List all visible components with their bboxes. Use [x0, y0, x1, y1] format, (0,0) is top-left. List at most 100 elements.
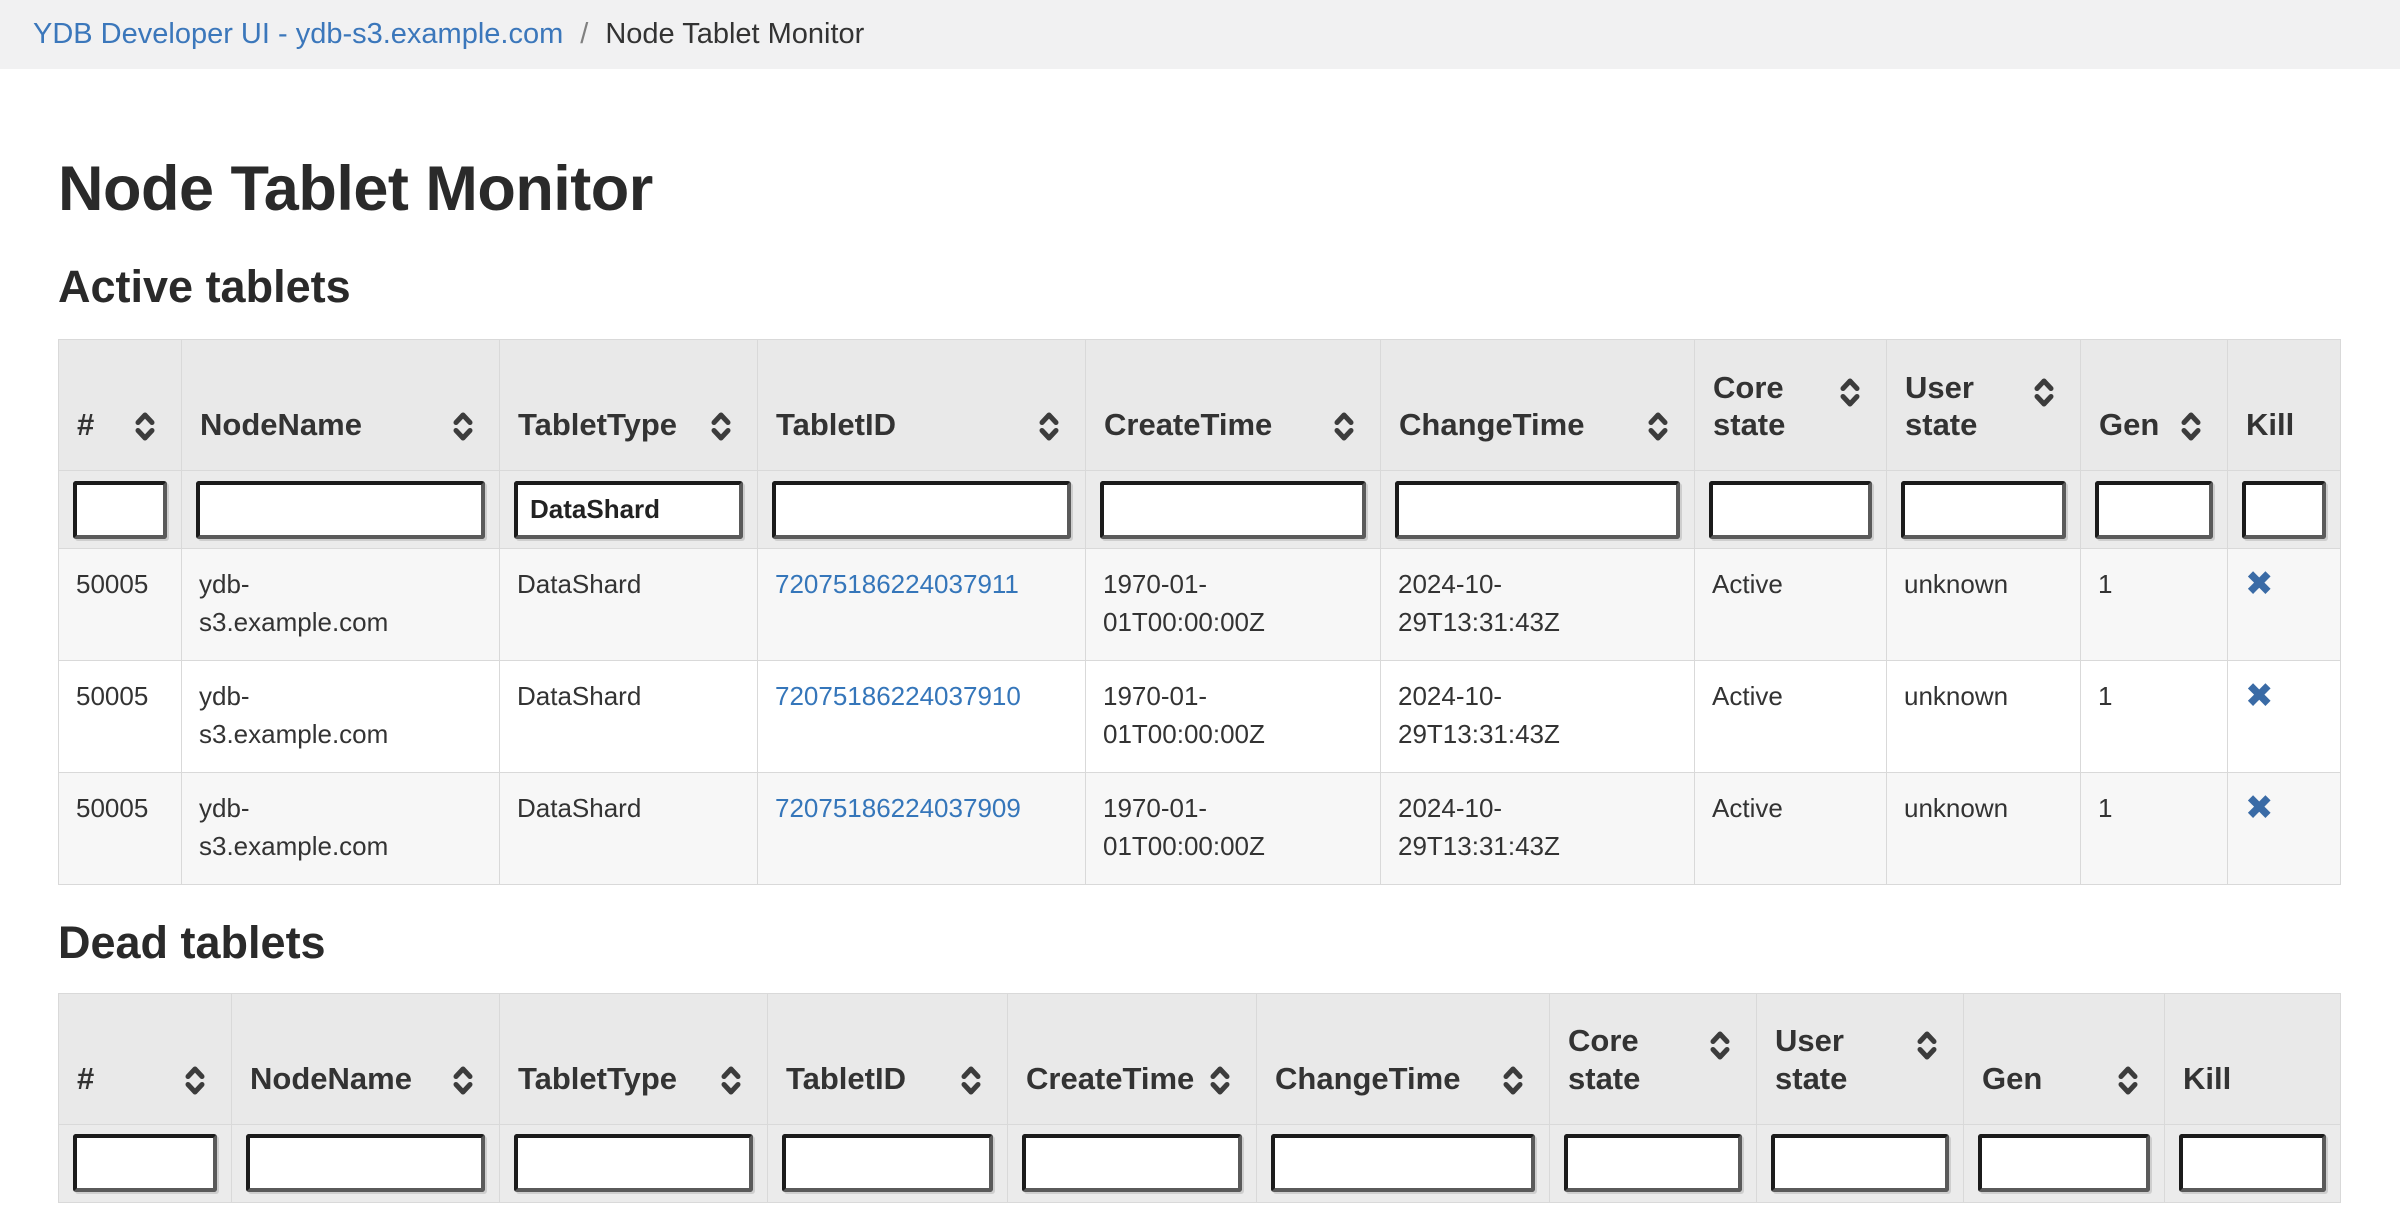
dead-col-header-tabletid[interactable]: TabletID — [768, 993, 1008, 1124]
active-filter-row — [59, 471, 2341, 549]
column-label: User state — [1905, 369, 1997, 445]
breadcrumb-current: Node Tablet Monitor — [605, 18, 864, 51]
table-row: 50005 ydb-s3.example.com DataShard 72075… — [59, 773, 2341, 885]
active-filter-gen-input[interactable] — [2095, 481, 2213, 539]
dead-col-header-tablettype[interactable]: TabletType — [500, 993, 768, 1124]
active-filter-createtime-input[interactable] — [1100, 481, 1366, 539]
active-col-header-userstate[interactable]: User state — [1887, 340, 2081, 471]
dead-col-header-userstate[interactable]: User state — [1757, 993, 1964, 1124]
active-filter-kill-input[interactable] — [2242, 481, 2326, 539]
column-label: Gen — [2099, 406, 2159, 444]
active-col-header-corestate[interactable]: Core state — [1695, 340, 1887, 471]
dead-filter-tablettype-input[interactable] — [514, 1134, 753, 1192]
sort-icon[interactable] — [1915, 1030, 1939, 1061]
active-filter-tabletid-input[interactable] — [772, 481, 1071, 539]
active-col-header-createtime[interactable]: CreateTime — [1086, 340, 1381, 471]
cell-gen: 1 — [2081, 773, 2228, 885]
cell-userstate: unknown — [1887, 549, 2081, 661]
cell-userstate: unknown — [1887, 773, 2081, 885]
sort-icon[interactable] — [1646, 411, 1670, 442]
dead-filter-corestate-input[interactable] — [1564, 1134, 1742, 1192]
dead-filter-num-input[interactable] — [73, 1134, 217, 1192]
column-label: TabletType — [518, 1060, 677, 1098]
dead-col-header-num[interactable]: # — [59, 993, 232, 1124]
dead-filter-tabletid-input[interactable] — [782, 1134, 993, 1192]
active-filter-userstate-input[interactable] — [1901, 481, 2066, 539]
cell-corestate: Active — [1695, 549, 1887, 661]
sort-icon[interactable] — [959, 1065, 983, 1096]
active-col-header-tabletid[interactable]: TabletID — [758, 340, 1086, 471]
column-label: Core state — [1713, 369, 1805, 445]
dead-filter-gen-input[interactable] — [1978, 1134, 2150, 1192]
cell-nodename: ydb-s3.example.com — [182, 661, 500, 773]
active-col-header-tablettype[interactable]: TabletType — [500, 340, 758, 471]
kill-tablet-icon[interactable]: ✖ — [2245, 565, 2274, 603]
dead-col-header-createtime[interactable]: CreateTime — [1008, 993, 1257, 1124]
column-label: ChangeTime — [1275, 1060, 1460, 1098]
cell-tablettype: DataShard — [500, 773, 758, 885]
dead-col-header-corestate[interactable]: Core state — [1550, 993, 1757, 1124]
dead-col-header-gen[interactable]: Gen — [1964, 993, 2165, 1124]
active-col-header-kill: Kill — [2228, 340, 2341, 471]
sort-icon[interactable] — [2116, 1065, 2140, 1096]
active-col-header-changetime[interactable]: ChangeTime — [1381, 340, 1695, 471]
active-tablets-heading: Active tablets — [58, 261, 2342, 313]
active-col-header-num[interactable]: # — [59, 340, 182, 471]
page-title: Node Tablet Monitor — [58, 153, 2342, 225]
column-label: Gen — [1982, 1060, 2042, 1098]
kill-tablet-icon[interactable]: ✖ — [2245, 677, 2274, 715]
tabletid-link[interactable]: 72075186224037910 — [775, 681, 1021, 711]
tabletid-link[interactable]: 72075186224037909 — [775, 793, 1021, 823]
breadcrumb-root-link[interactable]: YDB Developer UI - ydb-s3.example.com — [33, 18, 563, 51]
dead-filter-userstate-input[interactable] — [1771, 1134, 1949, 1192]
dead-filter-createtime-input[interactable] — [1022, 1134, 1242, 1192]
cell-userstate: unknown — [1887, 661, 2081, 773]
sort-icon[interactable] — [133, 411, 157, 442]
dead-col-header-changetime[interactable]: ChangeTime — [1257, 993, 1550, 1124]
dead-filter-changetime-input[interactable] — [1271, 1134, 1535, 1192]
cell-corestate: Active — [1695, 661, 1887, 773]
sort-icon[interactable] — [1838, 377, 1862, 408]
sort-icon[interactable] — [719, 1065, 743, 1096]
column-label: CreateTime — [1104, 406, 1272, 444]
column-label: Core state — [1568, 1022, 1660, 1098]
dead-filter-nodename-input[interactable] — [246, 1134, 485, 1192]
active-filter-changetime-input[interactable] — [1395, 481, 1680, 539]
active-col-header-gen[interactable]: Gen — [2081, 340, 2228, 471]
sort-icon[interactable] — [451, 411, 475, 442]
active-filter-tablettype-input[interactable] — [514, 481, 743, 539]
table-row: 50005 ydb-s3.example.com DataShard 72075… — [59, 549, 2341, 661]
sort-icon[interactable] — [709, 411, 733, 442]
sort-icon[interactable] — [2032, 377, 2056, 408]
active-filter-corestate-input[interactable] — [1709, 481, 1872, 539]
cell-tabletid: 72075186224037909 — [758, 773, 1086, 885]
column-label: TabletID — [776, 406, 896, 444]
cell-tablettype: DataShard — [500, 661, 758, 773]
sort-icon[interactable] — [1501, 1065, 1525, 1096]
cell-changetime: 2024-10-29T13:31:43Z — [1381, 661, 1695, 773]
sort-icon[interactable] — [451, 1065, 475, 1096]
dead-header-row: # NodeName TabletType TabletID CreateTim… — [59, 993, 2341, 1124]
column-label: Kill — [2246, 406, 2294, 444]
sort-icon[interactable] — [1208, 1065, 1232, 1096]
cell-createtime: 1970-01-01T00:00:00Z — [1086, 773, 1381, 885]
kill-tablet-icon[interactable]: ✖ — [2245, 789, 2274, 827]
cell-num: 50005 — [59, 661, 182, 773]
cell-createtime: 1970-01-01T00:00:00Z — [1086, 661, 1381, 773]
sort-icon[interactable] — [2179, 411, 2203, 442]
active-col-header-nodename[interactable]: NodeName — [182, 340, 500, 471]
sort-icon[interactable] — [183, 1065, 207, 1096]
column-label: User state — [1775, 1022, 1867, 1098]
cell-nodename: ydb-s3.example.com — [182, 773, 500, 885]
dead-col-header-kill: Kill — [2165, 993, 2341, 1124]
sort-icon[interactable] — [1708, 1030, 1732, 1061]
sort-icon[interactable] — [1332, 411, 1356, 442]
active-filter-nodename-input[interactable] — [196, 481, 485, 539]
active-tablets-table: # NodeName TabletType TabletID CreateTim… — [58, 339, 2341, 885]
active-filter-num-input[interactable] — [73, 481, 167, 539]
dead-filter-kill-input[interactable] — [2179, 1134, 2326, 1192]
dead-tablets-heading: Dead tablets — [58, 917, 2342, 969]
tabletid-link[interactable]: 72075186224037911 — [775, 569, 1019, 599]
dead-col-header-nodename[interactable]: NodeName — [232, 993, 500, 1124]
sort-icon[interactable] — [1037, 411, 1061, 442]
